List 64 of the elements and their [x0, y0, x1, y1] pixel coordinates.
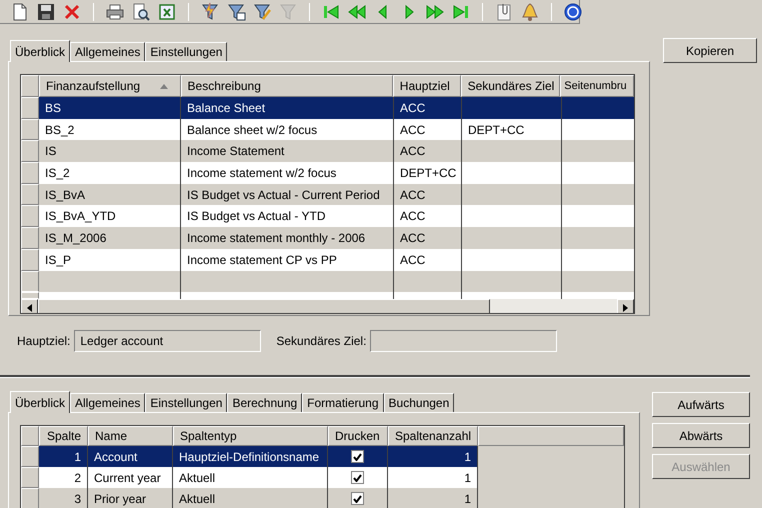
row-header[interactable] — [21, 227, 39, 249]
row-header[interactable] — [21, 446, 39, 467]
scroll-thumb[interactable] — [38, 299, 490, 313]
table-cell: 3 — [39, 488, 88, 508]
tab[interactable]: Allgemeines — [70, 393, 146, 412]
row-header[interactable] — [21, 488, 39, 508]
table-cell: Aktuell — [173, 488, 328, 508]
row-header[interactable] — [21, 205, 39, 228]
row-header[interactable] — [21, 467, 39, 488]
row-header[interactable] — [21, 97, 39, 119]
column-header[interactable]: Drucken — [328, 426, 388, 446]
checkbox[interactable] — [351, 450, 364, 463]
table-row[interactable]: BS Balance Sheet ACC — [21, 97, 634, 119]
tab[interactable]: Einstellungen — [145, 393, 228, 412]
button[interactable]: Aufwärts — [652, 392, 750, 417]
tab[interactable]: Buchungen — [384, 393, 454, 412]
table-cell: 1 — [388, 488, 478, 508]
row-header[interactable] — [21, 118, 39, 140]
input-field[interactable] — [370, 330, 558, 352]
tab[interactable]: Berechnung — [227, 393, 302, 412]
table-row[interactable]: 2 Current year Aktuell 1 — [39, 467, 478, 488]
column-header[interactable]: Spaltentyp — [173, 426, 328, 446]
column-header[interactable]: Spaltenanzahl — [388, 426, 478, 446]
checkbox[interactable] — [351, 492, 364, 505]
table-row[interactable]: BS_2 Balance sheet w/2 focus ACC DEPT+CC — [21, 118, 634, 140]
tab[interactable]: Formatierung — [302, 393, 384, 412]
button[interactable]: Abwärts — [652, 423, 750, 448]
column-header[interactable]: Hauptziel — [392, 75, 461, 97]
column-header[interactable] — [478, 426, 624, 446]
tab[interactable]: Einstellungen — [145, 42, 228, 61]
table-row[interactable]: IS_2 Income statement w/2 focus DEPT+CC — [21, 162, 634, 184]
row-header[interactable] — [21, 270, 39, 292]
filter-bolt-icon[interactable] — [200, 0, 220, 22]
row-header[interactable] — [21, 140, 39, 162]
table-cell: Prior year — [88, 488, 173, 508]
column-header[interactable]: Spalte — [39, 426, 88, 446]
table-row[interactable]: IS_BvA IS Budget vs Actual - Current Period ACC — [21, 184, 634, 206]
copy-button[interactable]: Kopieren — [663, 38, 757, 63]
field-label: Sekundäres Ziel: — [276, 333, 366, 350]
tab[interactable]: Überblick — [10, 40, 70, 62]
input-field[interactable]: Ledger account — [74, 330, 262, 352]
tab[interactable]: Überblick — [10, 391, 70, 413]
row-header[interactable] — [21, 162, 39, 184]
checkbox[interactable] — [351, 471, 364, 484]
table-row[interactable]: 1 Account Hauptziel-Definitionsname 1 — [39, 446, 478, 467]
column-header[interactable]: Beschreibung — [180, 75, 393, 97]
field-label: Hauptziel: — [17, 333, 70, 350]
table-row[interactable]: IS_BvA_YTD IS Budget vs Actual - YTD ACC — [21, 205, 634, 228]
bell-icon[interactable] — [520, 0, 540, 22]
scroll-right-button[interactable] — [617, 299, 634, 313]
column-header[interactable]: Sekundäres Ziel — [460, 75, 560, 97]
row-header[interactable] — [21, 292, 39, 300]
scroll-left-button[interactable] — [21, 299, 38, 313]
print-preview-icon[interactable] — [131, 0, 151, 22]
help-icon[interactable] — [563, 0, 583, 22]
column-header[interactable]: Seitenumbru — [560, 75, 634, 97]
column-header[interactable]: Name — [88, 426, 173, 446]
table-row[interactable]: IS_P Income statement CP vs PP ACC — [21, 248, 634, 270]
right-arrow-icon — [623, 304, 628, 312]
row-header[interactable] — [21, 248, 39, 270]
tab[interactable]: Allgemeines — [70, 42, 146, 61]
column-header[interactable]: Finanzaufstellung — [38, 75, 181, 97]
left-arrow-icon — [27, 304, 32, 312]
row-header[interactable] — [21, 184, 39, 206]
